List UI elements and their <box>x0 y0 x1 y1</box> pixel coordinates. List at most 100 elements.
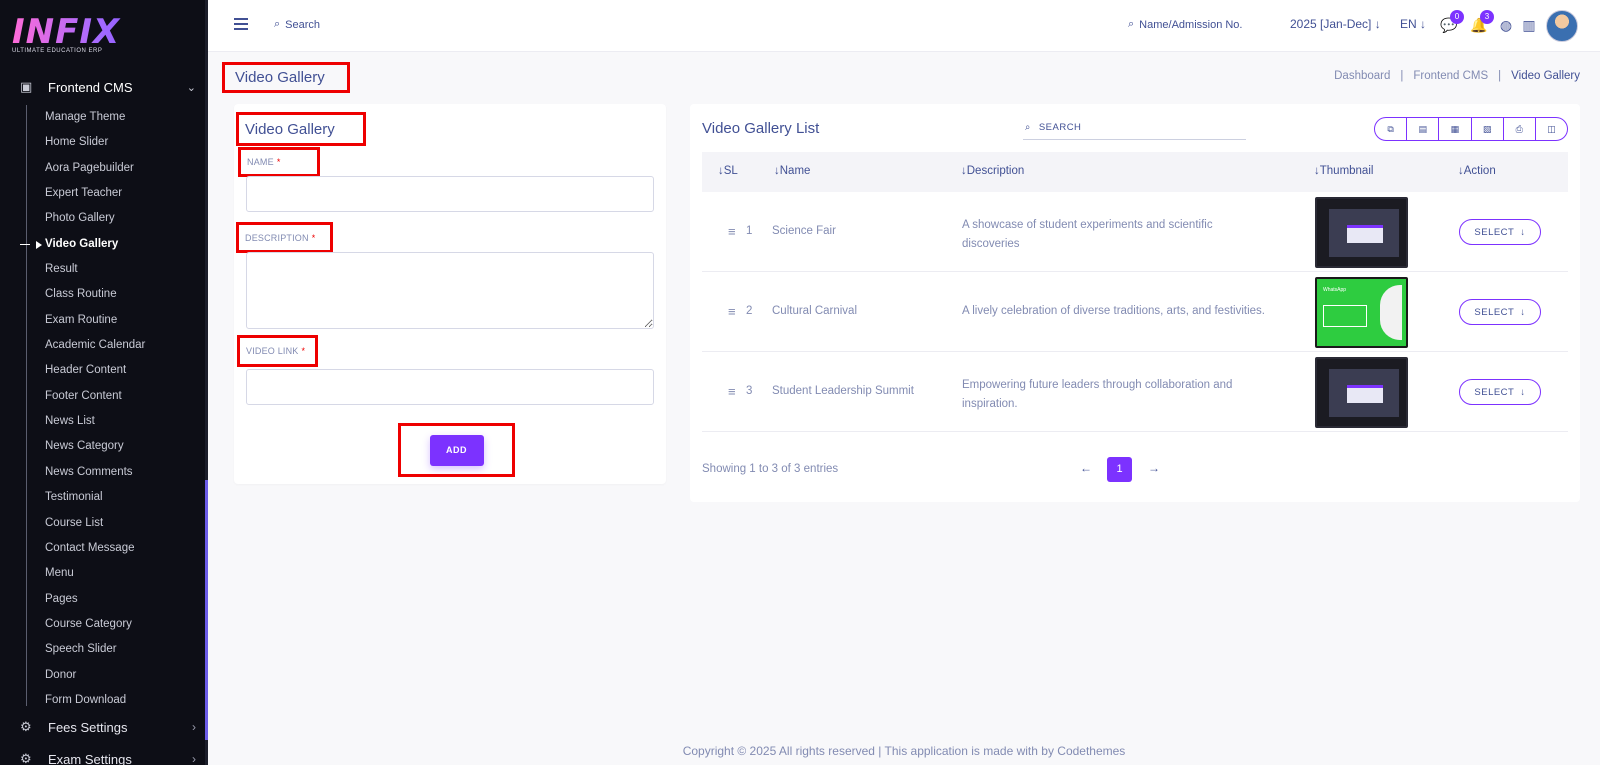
sidebar-item-pages[interactable]: Pages <box>26 587 202 612</box>
pagination-info: Showing 1 to 3 of 3 entries <box>702 463 839 475</box>
csv-icon[interactable]: ▦ <box>1439 118 1472 140</box>
search-icon: ⌕ <box>1128 18 1135 30</box>
breadcrumb-dashboard[interactable]: Dashboard <box>1334 70 1390 82</box>
columns-icon[interactable]: ◫ <box>1536 118 1567 140</box>
page-1-button[interactable]: 1 <box>1107 457 1132 482</box>
drag-handle-icon[interactable]: ≡ <box>728 384 736 399</box>
sidebar-item-manage-theme[interactable]: Manage Theme <box>26 105 202 130</box>
sidebar-item-expert-teacher[interactable]: Expert Teacher <box>26 181 202 206</box>
sidebar-item-label: Course List <box>45 516 104 529</box>
sidebar-item-label: Course Category <box>45 617 132 630</box>
sidebar-item-exam-settings[interactable]: ⚙ Exam Settings › <box>20 748 196 765</box>
sidebar-item-course-list[interactable]: Course List <box>26 511 202 536</box>
column-header-description[interactable]: ↓Description <box>961 165 1024 177</box>
column-header-label: Action <box>1463 165 1496 177</box>
sidebar-item-photo-gallery[interactable]: Photo Gallery <box>26 206 202 231</box>
video-link-label-text: VIDEO LINK <box>246 346 299 356</box>
row-thumbnail[interactable]: WhatsApp <box>1315 277 1408 348</box>
sidebar-item-testimonial[interactable]: Testimonial <box>26 485 202 510</box>
prev-page-icon[interactable]: ← <box>1080 461 1092 475</box>
pdf-icon[interactable]: ▧ <box>1472 118 1504 140</box>
copy-icon[interactable]: ⧉ <box>1375 118 1408 140</box>
sidebar-item-label: Video Gallery <box>45 237 119 250</box>
sidebar-item-news-list[interactable]: News List <box>26 409 202 434</box>
sidebar-item-aora-pagebuilder[interactable]: Aora Pagebuilder <box>26 156 202 181</box>
search-icon: ⌕ <box>1025 121 1031 133</box>
row-sl: 3 <box>746 385 753 397</box>
sidebar-item-course-category[interactable]: Course Category <box>26 612 202 637</box>
video-link-field[interactable] <box>246 369 654 405</box>
select-button[interactable]: SELECT ↓ <box>1459 219 1541 245</box>
breadcrumb-current: Video Gallery <box>1511 70 1580 82</box>
footer-copyright: Copyright © 2025 All rights reserved | T… <box>682 744 1126 758</box>
sidebar-item-label: Exam Settings <box>48 751 132 765</box>
sidebar-item-exam-routine[interactable]: Exam Routine <box>26 308 202 333</box>
notifications-badge: 3 <box>1480 10 1494 24</box>
column-header-thumbnail[interactable]: ↓Thumbnail <box>1314 165 1373 177</box>
bell-icon[interactable]: 🔔 3 <box>1470 10 1494 34</box>
sidebar-item-form-download[interactable]: Form Download <box>26 688 202 713</box>
sidebar-item-menu[interactable]: Menu <box>26 561 202 586</box>
sidebar-section-frontend-cms[interactable]: ▣ Frontend CMS ⌄ <box>20 76 196 98</box>
next-page-icon[interactable]: → <box>1148 461 1160 475</box>
excel-icon[interactable]: ▤ <box>1407 118 1440 140</box>
sidebar-scroll-thumb[interactable] <box>205 480 208 740</box>
breadcrumb-frontend-cms[interactable]: Frontend CMS <box>1413 70 1488 82</box>
sidebar-item-speech-slider[interactable]: Speech Slider <box>26 637 202 662</box>
sidebar-section-label: Frontend CMS <box>48 79 133 95</box>
row-thumbnail[interactable] <box>1315 197 1408 268</box>
globe-icon[interactable]: ◍ <box>1497 16 1515 34</box>
description-label: DESCRIPTION * <box>236 222 333 253</box>
logo-subtitle: ULTIMATE EDUCATION ERP <box>12 48 103 54</box>
sidebar-item-header-content[interactable]: Header Content <box>26 358 202 383</box>
sidebar-item-contact-message[interactable]: Contact Message <box>26 536 202 561</box>
language-select[interactable]: EN ↓ <box>1400 17 1426 31</box>
logo[interactable]: INFIX ULTIMATE EDUCATION ERP <box>12 14 152 56</box>
description-field[interactable] <box>246 252 654 329</box>
add-button[interactable]: ADD <box>429 434 484 466</box>
sidebar-item-fees-settings[interactable]: ⚙ Fees Settings › <box>20 716 196 738</box>
sidebar-item-news-category[interactable]: News Category <box>26 434 202 459</box>
hamburger-menu-icon[interactable] <box>234 18 248 30</box>
drag-handle-icon[interactable]: ≡ <box>728 224 736 239</box>
sidebar-item-result[interactable]: Result <box>26 257 202 282</box>
row-thumbnail[interactable] <box>1315 357 1408 428</box>
academic-year-select[interactable]: 2025 [Jan-Dec] ↓ <box>1290 17 1381 31</box>
column-header-name[interactable]: ↓Name <box>774 165 810 177</box>
sidebar-item-label: Form Download <box>45 693 127 706</box>
sidebar-item-home-slider[interactable]: Home Slider <box>26 130 202 155</box>
sidebar-submenu: Manage Theme Home Slider Aora Pagebuilde… <box>20 105 202 713</box>
sidebar-item-academic-calendar[interactable]: Academic Calendar <box>26 333 202 358</box>
sidebar-item-label: Footer Content <box>45 389 122 402</box>
messages-icon[interactable]: 💬 0 <box>1440 10 1464 34</box>
breadcrumb: Dashboard | Frontend CMS | Video Gallery <box>1334 70 1580 82</box>
chart-icon[interactable]: ▥ <box>1520 16 1538 34</box>
drag-handle-icon[interactable]: ≡ <box>728 304 736 319</box>
video-link-label: VIDEO LINK * <box>237 335 318 367</box>
topbar: ⌕ Search ⌕ Name/Admission No. 2025 [Jan-… <box>208 0 1600 52</box>
row-sl: 1 <box>746 225 753 237</box>
avatar[interactable] <box>1546 10 1578 42</box>
list-search-input[interactable]: ⌕ SEARCH <box>1023 115 1246 140</box>
arrow-down-icon: ↓ <box>1520 386 1526 398</box>
row-description: Empowering future leaders through collab… <box>962 379 1233 410</box>
student-search[interactable]: ⌕ Name/Admission No. <box>1128 18 1243 31</box>
global-search[interactable]: ⌕ Search <box>274 18 320 31</box>
column-header-sl[interactable]: ↓SL <box>718 165 738 177</box>
print-icon[interactable]: ⎙ <box>1504 118 1536 140</box>
row-name: Science Fair <box>772 225 836 237</box>
column-header-label: Description <box>966 165 1025 177</box>
sidebar-item-news-comments[interactable]: News Comments <box>26 460 202 485</box>
column-header-action[interactable]: ↓Action <box>1458 165 1496 177</box>
sidebar-item-class-routine[interactable]: Class Routine <box>26 282 202 307</box>
select-button[interactable]: SELECT ↓ <box>1459 379 1541 405</box>
sidebar: INFIX ULTIMATE EDUCATION ERP ▣ Frontend … <box>0 0 208 765</box>
breadcrumb-separator: | <box>1400 70 1404 82</box>
name-field[interactable] <box>246 176 654 212</box>
select-button[interactable]: SELECT ↓ <box>1459 299 1541 325</box>
sidebar-item-donor[interactable]: Donor <box>26 663 202 688</box>
cms-icon: ▣ <box>20 79 33 94</box>
row-name: Student Leadership Summit <box>772 385 914 397</box>
sidebar-item-footer-content[interactable]: Footer Content <box>26 384 202 409</box>
sidebar-item-video-gallery[interactable]: Video Gallery <box>20 232 202 257</box>
